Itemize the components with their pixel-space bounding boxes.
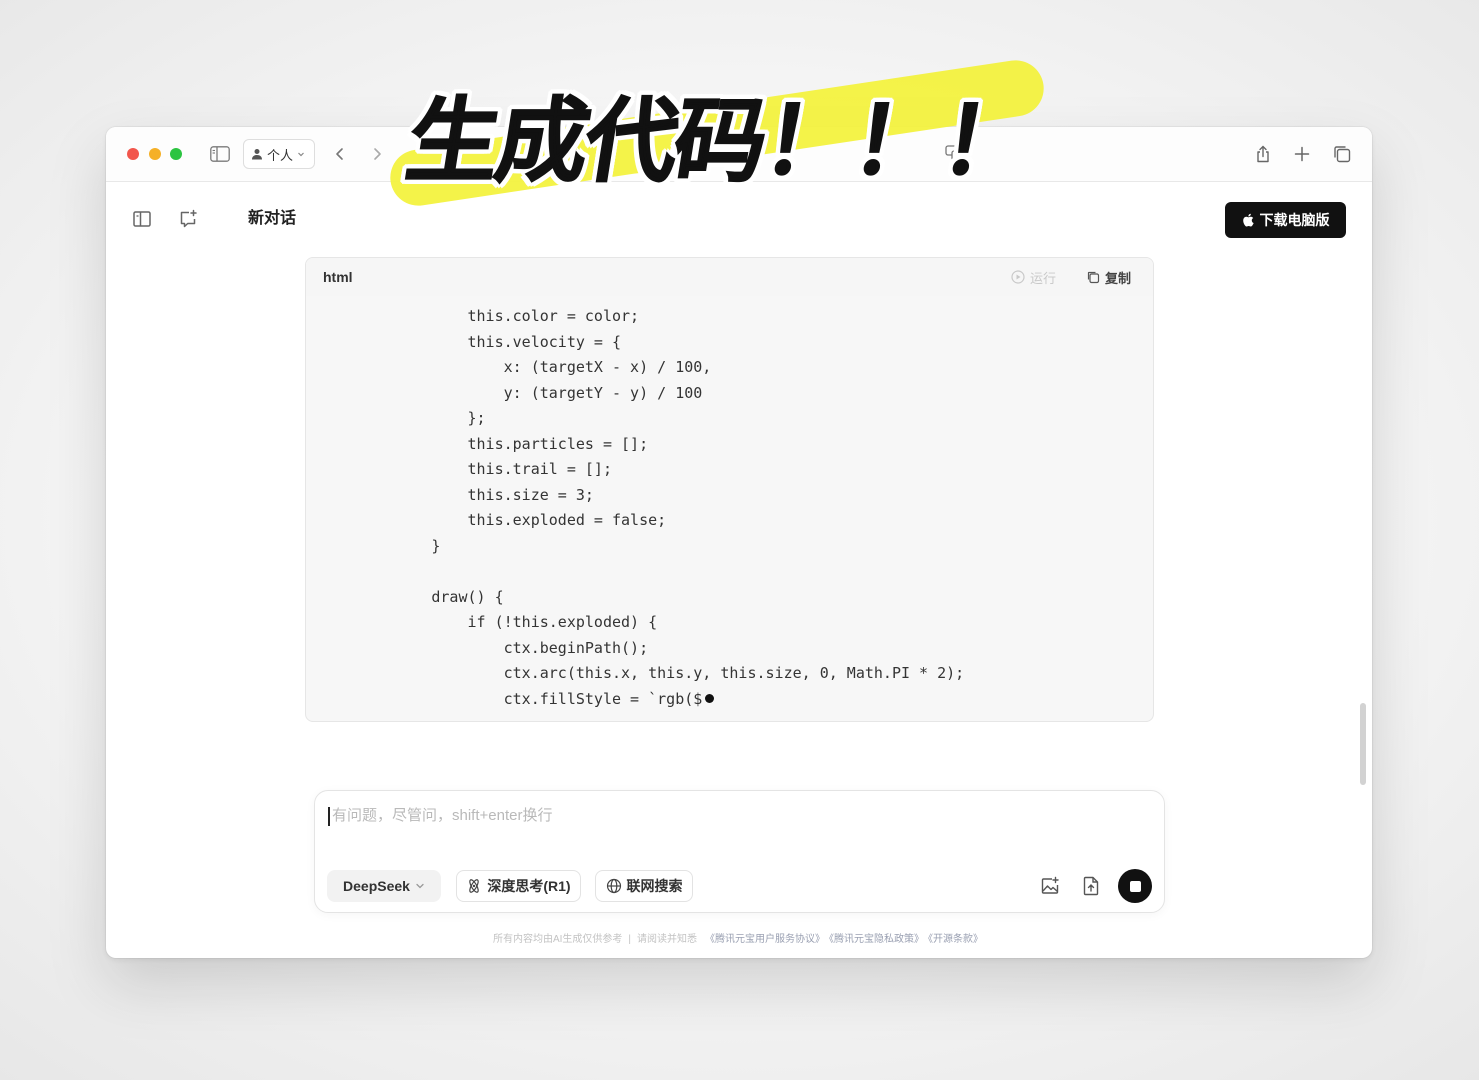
- code-line: this.velocity = {: [323, 332, 622, 351]
- stop-icon: [1129, 880, 1141, 892]
- play-circle-icon: [1011, 270, 1025, 284]
- sidebar-icon[interactable]: [210, 146, 230, 162]
- prompt-input[interactable]: [332, 804, 1132, 828]
- tabs-icon[interactable]: [1333, 145, 1351, 163]
- download-desktop-button[interactable]: 下载电脑版: [1225, 202, 1346, 238]
- code-block: html 运行 复制 this.color = color; this.velo…: [305, 257, 1154, 722]
- download-label: 下载电脑版: [1259, 212, 1330, 228]
- plus-icon[interactable]: [1293, 145, 1311, 163]
- code-line: ctx.arc(this.x, this.y, this.size, 0, Ma…: [323, 664, 965, 682]
- code-line-text: ctx.fillStyle = `rgb($: [323, 689, 703, 708]
- text-caret: [328, 807, 330, 826]
- minimize-window-button[interactable]: [149, 148, 161, 160]
- sidebar-toggle-icon[interactable]: [132, 209, 152, 229]
- web-search-toggle[interactable]: 联网搜索: [595, 870, 693, 902]
- run-code-button[interactable]: 运行: [1011, 268, 1056, 286]
- code-line: ctx.beginPath();: [323, 638, 649, 657]
- disclaimer-text: 所有内容均由AI生成仅供参考: [492, 934, 623, 945]
- footer-disclaimer: 所有内容均由AI生成仅供参考 | 请阅读并知悉 《腾讯元宝用户服务协议》 《腾讯元宝隐私…: [106, 930, 1372, 945]
- new-chat-icon[interactable]: [178, 209, 198, 229]
- model-selector[interactable]: DeepSeek: [327, 870, 441, 902]
- copy-icon: [1086, 270, 1100, 284]
- chevron-down-icon: [297, 150, 305, 158]
- code-line: };: [323, 409, 486, 427]
- privacy-policy-link[interactable]: 《腾讯元宝隐私政策》: [829, 934, 924, 945]
- code-line: if (!this.exploded) {: [323, 613, 658, 631]
- code-line: this.particles = [];: [323, 434, 649, 453]
- stop-generation-button[interactable]: [1118, 869, 1152, 903]
- forward-icon[interactable]: [370, 147, 384, 161]
- code-line: this.color = color;: [323, 307, 640, 325]
- globe-icon: [606, 878, 622, 894]
- web-search-label: 联网搜索: [626, 878, 683, 894]
- code-line: draw() {: [323, 587, 504, 606]
- code-line: y: (targetY - y) / 100: [323, 383, 703, 402]
- overlay-headline: 生成代码！！！: [399, 90, 1040, 194]
- browser-window: 个人 新对话 下载电脑版 html 运行 复制 this.color = col…: [106, 127, 1372, 958]
- code-line: this.exploded = false;: [323, 511, 667, 529]
- deep-think-toggle[interactable]: 深度思考(R1): [456, 870, 581, 902]
- upload-file-icon[interactable]: [1081, 876, 1101, 896]
- code-content: this.color = color; this.velocity = { x:…: [323, 304, 964, 712]
- conversation-title: 新对话: [248, 210, 297, 227]
- footer-separator: |: [628, 934, 632, 945]
- close-window-button[interactable]: [127, 148, 139, 160]
- share-icon[interactable]: [1254, 145, 1272, 163]
- copy-label: 复制: [1105, 270, 1132, 286]
- code-language-label: html: [323, 269, 353, 285]
- code-line: this.size = 3;: [323, 485, 594, 504]
- open-source-terms-link[interactable]: 《开源条款》: [928, 934, 983, 945]
- copy-code-button[interactable]: 复制: [1086, 268, 1131, 286]
- person-icon: [251, 148, 263, 160]
- code-line: ctx.fillStyle = `rgb($: [323, 687, 964, 713]
- chevron-down-icon: [415, 881, 425, 891]
- notice-text: 请阅读并知悉: [637, 934, 698, 945]
- run-label: 运行: [1030, 270, 1057, 286]
- code-line: this.trail = [];: [323, 460, 612, 478]
- user-agreement-link[interactable]: 《腾讯元宝用户服务协议》: [705, 934, 825, 945]
- page-scrollbar[interactable]: [1360, 703, 1366, 785]
- model-label: DeepSeek: [343, 878, 410, 894]
- back-icon[interactable]: [333, 147, 347, 161]
- streaming-cursor: [705, 693, 715, 703]
- apple-icon: [1242, 213, 1254, 227]
- code-block-header: html 运行 复制: [306, 258, 1153, 296]
- zoom-window-button[interactable]: [170, 148, 182, 160]
- code-line: x: (targetX - x) / 100,: [323, 358, 712, 376]
- profile-button[interactable]: 个人: [243, 139, 315, 169]
- image-add-icon[interactable]: [1040, 876, 1060, 896]
- profile-label: 个人: [267, 147, 294, 163]
- deep-think-label: 深度思考(R1): [487, 878, 571, 894]
- code-line: }: [323, 536, 441, 555]
- atom-icon: [466, 878, 482, 894]
- composer: DeepSeek 深度思考(R1) 联网搜索: [314, 790, 1165, 913]
